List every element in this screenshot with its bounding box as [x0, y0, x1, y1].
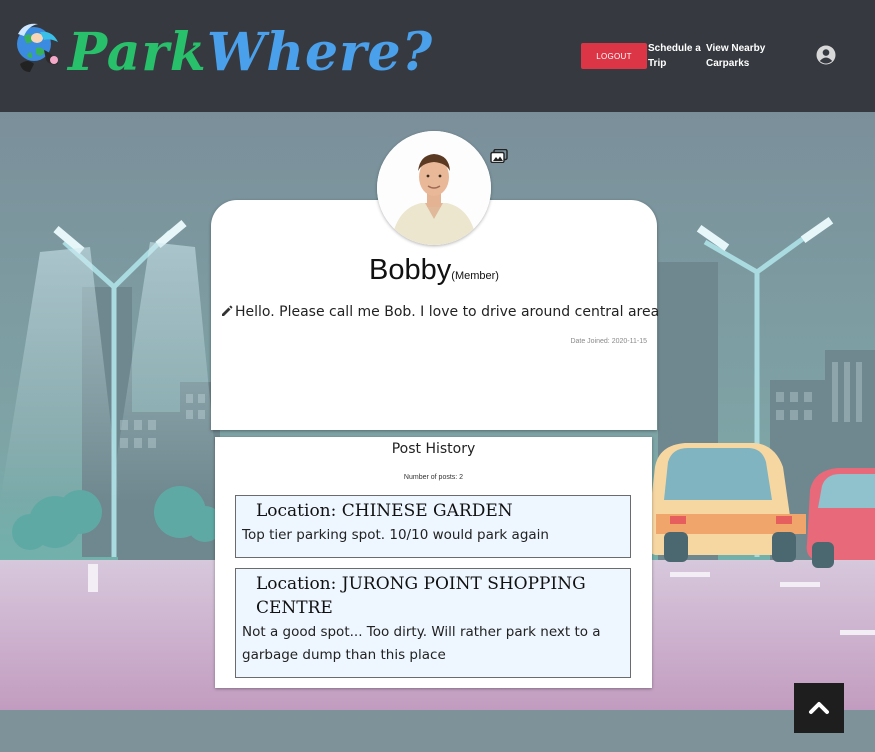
avatar[interactable]: [377, 131, 491, 245]
profile-name-row: Bobby(Member): [211, 254, 657, 287]
logo-text-park: Park: [68, 22, 207, 83]
back-to-top-button[interactable]: [794, 683, 844, 733]
nav-view-nearby-carparks[interactable]: View Nearby Carparks: [706, 41, 776, 71]
avatar-photo: [377, 131, 491, 245]
post-body: Top tier parking spot. 10/10 would park …: [242, 527, 549, 543]
pencil-icon[interactable]: [221, 305, 233, 317]
user-circle-icon[interactable]: [816, 45, 836, 65]
logo-text-where: Where?: [206, 22, 434, 83]
post-item: Location: CHINESE GARDEN Top tier parkin…: [235, 495, 631, 558]
post-location: Location: JURONG POINT SHOPPING CENTRE: [256, 574, 586, 618]
nav-schedule-trip[interactable]: Schedule a Trip: [648, 41, 706, 71]
post-body: Not a good spot... Too dirty. Will rathe…: [242, 624, 601, 663]
logout-button[interactable]: LOGOUT: [581, 43, 647, 69]
bio-row: Hello. Please call me Bob. I love to dri…: [221, 304, 659, 320]
profile-bio: Hello. Please call me Bob. I love to dri…: [235, 304, 660, 320]
footer-strip: [0, 710, 875, 752]
post-location: Location: CHINESE GARDEN: [256, 501, 513, 521]
post-history-title: Post History: [391, 441, 476, 457]
post-item: Location: JURONG POINT SHOPPING CENTRE N…: [235, 568, 631, 678]
top-navbar: ParkWhere? LOGOUT Schedule a Trip View N…: [0, 0, 875, 112]
profile-role: (Member): [451, 270, 499, 282]
post-history-card: Post History Number of posts: 2 Location…: [215, 437, 652, 688]
profile-name: Bobby: [369, 254, 452, 286]
app-logo[interactable]: ParkWhere?: [68, 18, 433, 88]
post-count: Number of posts: 2: [403, 474, 464, 481]
globe-mascot-icon: [17, 23, 58, 72]
chevron-up-icon: [809, 702, 829, 714]
date-joined: Date Joined: 2020-11-15: [570, 338, 647, 345]
images-icon[interactable]: [490, 149, 508, 163]
